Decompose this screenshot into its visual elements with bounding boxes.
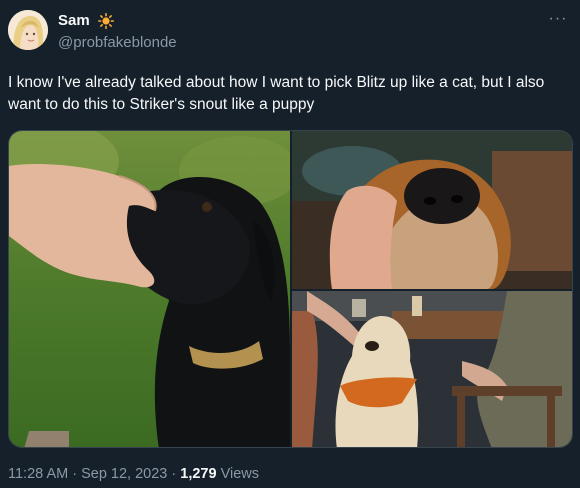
tweet-text: I know I've already talked about how I w…: [8, 74, 545, 113]
avatar-illustration: [8, 10, 48, 50]
photo-black-dog[interactable]: [9, 131, 290, 447]
media-grid: [8, 130, 573, 448]
views-label: Views: [216, 466, 260, 482]
user-handle[interactable]: @probfakeblonde: [58, 34, 177, 51]
author-names: Sam @probfakeblonde: [58, 12, 177, 51]
photo-golden-retriever[interactable]: [292, 291, 572, 447]
avatar[interactable]: [8, 10, 48, 50]
tweet-date[interactable]: Sep 12, 2023: [81, 466, 167, 482]
sun-icon: [98, 12, 115, 29]
tweet-time[interactable]: 11:28 AM: [8, 466, 68, 482]
tweet-meta: 11:28 AM · Sep 12, 2023 · 1,279 Views: [8, 466, 259, 482]
tweet-header: Sam @probfakeblonde ···: [8, 10, 572, 56]
meta-separator: ·: [68, 466, 82, 482]
views-count: 1,279: [180, 466, 217, 482]
display-name[interactable]: Sam: [58, 12, 90, 29]
photo-dog-nose[interactable]: [292, 131, 572, 289]
meta-separator: ·: [167, 466, 181, 482]
more-options-icon[interactable]: ···: [548, 11, 568, 30]
